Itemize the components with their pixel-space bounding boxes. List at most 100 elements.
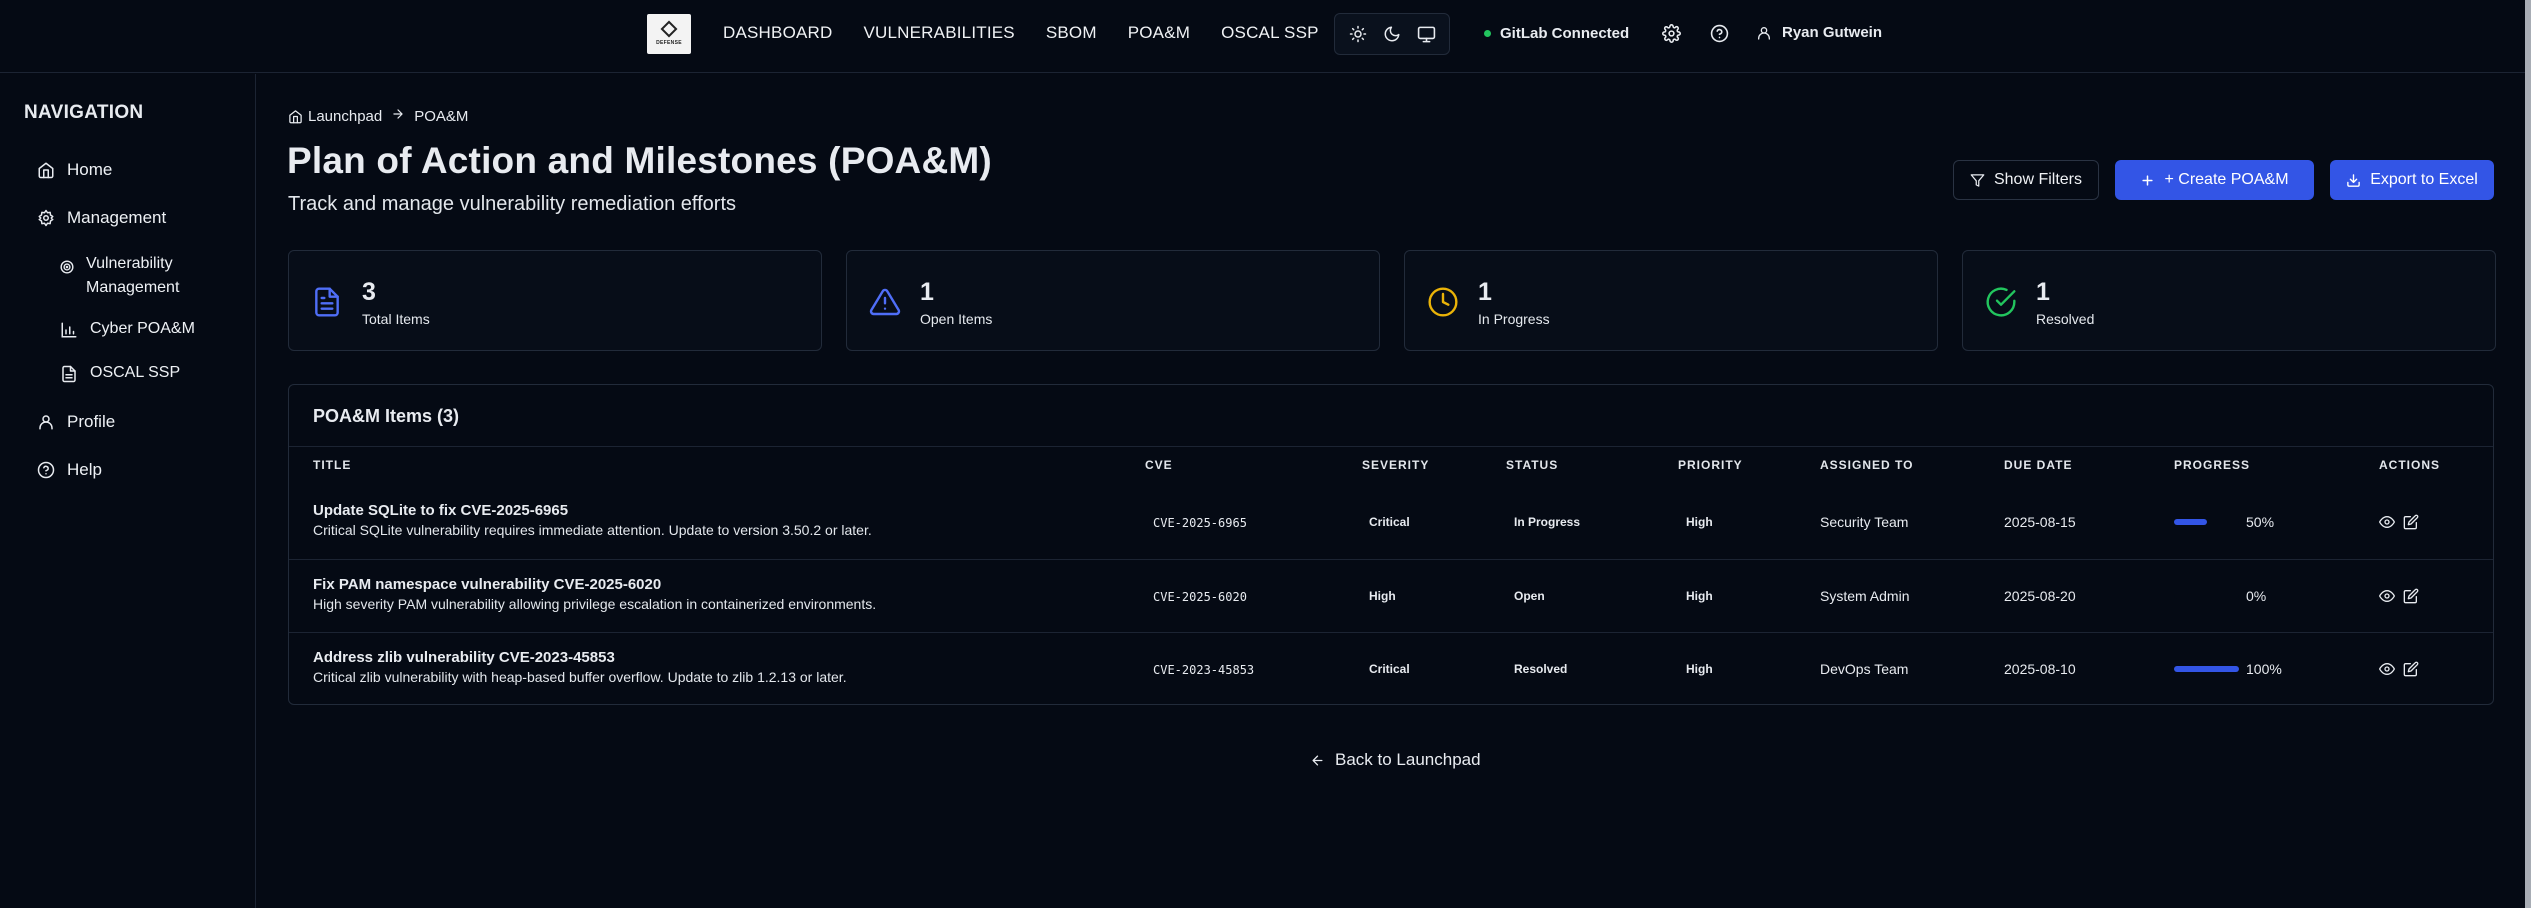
logo-text: DEFENSE <box>656 39 682 46</box>
priority-badge: High <box>1686 515 1713 529</box>
column-header-progress[interactable]: PROGRESS <box>2174 458 2250 472</box>
row-description: Critical zlib vulnerability with heap-ba… <box>313 669 847 685</box>
column-header-status[interactable]: STATUS <box>1506 458 1558 472</box>
stat-card-in-progress: 1 In Progress <box>1404 250 1938 351</box>
sidebar-item-vulnerability-management[interactable]: Vulnerability Management <box>60 252 179 300</box>
table-divider <box>289 446 2493 447</box>
plus-icon <box>2142 174 2154 186</box>
sidebar-item-label: Management <box>67 208 167 227</box>
sidebar-item-label: Cyber POA&M <box>90 320 195 337</box>
check-circle-icon <box>1985 286 2017 323</box>
app-logo[interactable]: DEFENSE <box>647 14 691 54</box>
poam-table-card: POA&M Items (3) TITLE CVE SEVERITY STATU… <box>288 384 2494 705</box>
assigned-to: Security Team <box>1820 514 1909 530</box>
row-actions <box>2379 588 2419 604</box>
status-dot <box>1484 30 1491 37</box>
row-title: Update SQLite to fix CVE-2025-6965 <box>313 502 569 519</box>
table-row[interactable]: Fix PAM namespace vulnerability CVE-2025… <box>289 559 2493 632</box>
breadcrumb-current: POA&M <box>414 107 469 125</box>
nav-oscal-ssp[interactable]: OSCAL SSP <box>1221 23 1319 43</box>
moon-icon[interactable] <box>1379 21 1405 47</box>
bar-chart-icon <box>61 322 77 338</box>
progress-bar <box>2174 519 2239 525</box>
breadcrumb-launchpad[interactable]: Launchpad <box>308 108 382 125</box>
column-header-title[interactable]: TITLE <box>313 458 351 472</box>
row-description: High severity PAM vulnerability allowing… <box>313 596 877 612</box>
sidebar-item-label: Vulnerability Management <box>86 252 179 300</box>
show-filters-button[interactable]: Show Filters <box>1953 160 2099 200</box>
download-icon <box>2347 173 2360 187</box>
column-header-priority[interactable]: PRIORITY <box>1678 458 1743 472</box>
cve-badge: CVE-2025-6020 <box>1153 590 1247 604</box>
export-excel-label: Export to Excel <box>2370 171 2478 188</box>
edit-icon[interactable] <box>2403 588 2419 604</box>
nav-sbom[interactable]: SBOM <box>1046 23 1097 43</box>
arrow-right-icon <box>391 107 405 125</box>
sidebar-item-cyber-poam[interactable]: Cyber POA&M <box>60 320 195 339</box>
home-icon <box>289 109 302 123</box>
progress-label: 50% <box>2246 514 2275 530</box>
stat-label: Total Items <box>362 311 430 327</box>
sidebar-item-profile[interactable]: Profile <box>37 412 115 432</box>
filter-icon <box>1970 173 1985 187</box>
view-eye-icon[interactable] <box>2379 514 2395 530</box>
help-circle-icon <box>37 461 55 479</box>
back-link-label: Back to Launchpad <box>1335 750 1481 769</box>
severity-badge: High <box>1369 589 1396 603</box>
sidebar-item-home[interactable]: Home <box>37 160 112 180</box>
assigned-to: DevOps Team <box>1820 661 1909 677</box>
edit-icon[interactable] <box>2403 514 2419 530</box>
sidebar-item-help[interactable]: Help <box>37 460 102 480</box>
export-excel-button[interactable]: Export to Excel <box>2330 160 2494 200</box>
stat-card-resolved: 1 Resolved <box>1962 250 2496 351</box>
gitlab-status-label: GitLab Connected <box>1500 25 1630 42</box>
create-poam-button[interactable]: + Create POA&M <box>2115 160 2314 200</box>
settings-gear-icon[interactable] <box>1660 22 1682 44</box>
table-row[interactable]: Address zlib vulnerability CVE-2023-4585… <box>289 632 2493 705</box>
stat-label: Resolved <box>2036 311 2095 327</box>
edit-icon[interactable] <box>2403 661 2419 677</box>
stat-value: 1 <box>920 278 934 306</box>
back-to-launchpad-link[interactable]: Back to Launchpad <box>1310 750 1481 770</box>
document-icon <box>311 286 343 323</box>
nav-poam[interactable]: POA&M <box>1128 23 1190 43</box>
row-description: Critical SQLite vulnerability requires i… <box>313 522 872 538</box>
column-header-actions: ACTIONS <box>2379 458 2440 472</box>
view-eye-icon[interactable] <box>2379 661 2395 677</box>
cve-badge: CVE-2023-45853 <box>1153 663 1255 677</box>
sidebar-title: NAVIGATION <box>24 102 144 123</box>
user-menu[interactable]: Ryan Gutwein <box>1756 24 1882 41</box>
sidebar-item-oscal-ssp[interactable]: OSCAL SSP <box>60 364 180 383</box>
gitlab-status: GitLab Connected <box>1484 25 1629 42</box>
main-nav: DASHBOARD VULNERABILITIES SBOM POA&M OSC… <box>723 23 1350 43</box>
column-header-severity[interactable]: SEVERITY <box>1362 458 1429 472</box>
due-date: 2025-08-20 <box>2004 588 2076 604</box>
severity-badge: Critical <box>1369 662 1410 676</box>
cve-badge: CVE-2025-6965 <box>1153 516 1247 530</box>
row-title: Address zlib vulnerability CVE-2023-4585… <box>313 649 615 666</box>
nav-vulnerabilities[interactable]: VULNERABILITIES <box>864 23 1015 43</box>
progress-fill <box>2174 519 2207 525</box>
sidebar-item-management[interactable]: Management <box>37 208 166 228</box>
view-eye-icon[interactable] <box>2379 588 2395 604</box>
nav-dashboard[interactable]: DASHBOARD <box>723 23 833 43</box>
page-title: Plan of Action and Milestones (POA&M) <box>287 140 992 181</box>
stat-value: 1 <box>2036 278 2050 306</box>
row-actions <box>2379 514 2419 530</box>
help-circle-icon[interactable] <box>1708 22 1730 44</box>
table-row[interactable]: Update SQLite to fix CVE-2025-6965 Criti… <box>289 486 2493 559</box>
progress-label: 100% <box>2246 661 2282 677</box>
sun-icon[interactable] <box>1345 21 1371 47</box>
progress-bar <box>2174 666 2239 672</box>
sidebar: NAVIGATION Home Management Vulnerability… <box>0 74 256 908</box>
page-subtitle: Track and manage vulnerability remediati… <box>288 193 737 215</box>
status-badge: In Progress <box>1514 515 1581 529</box>
column-header-cve[interactable]: CVE <box>1145 458 1173 472</box>
clock-icon <box>1427 286 1459 323</box>
progress-fill <box>2174 666 2239 672</box>
window-scrollbar[interactable] <box>2525 0 2531 908</box>
priority-badge: High <box>1686 662 1713 676</box>
monitor-icon[interactable] <box>1413 21 1439 47</box>
column-header-due-date[interactable]: DUE DATE <box>2004 458 2072 472</box>
column-header-assigned-to[interactable]: ASSIGNED TO <box>1820 458 1913 472</box>
